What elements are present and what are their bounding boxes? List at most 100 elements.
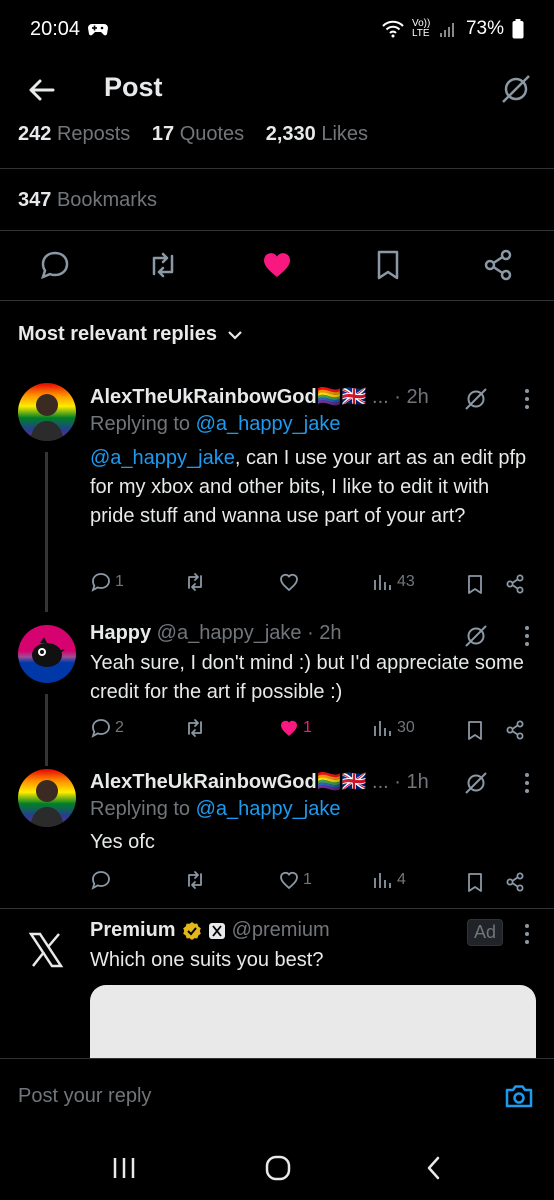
- thread-line: [45, 694, 48, 766]
- top-bar: Post: [0, 58, 554, 120]
- views-button[interactable]: 4: [372, 869, 406, 891]
- network-indicator: Vo)) LTE: [411, 18, 431, 39]
- author-name[interactable]: AlexTheUkRainbowGod🏳️‍🌈🇬🇧: [90, 386, 367, 408]
- sort-label: Most relevant replies: [18, 323, 217, 345]
- reply-actions: 1 4: [90, 869, 536, 895]
- like-button[interactable]: 1: [278, 717, 312, 739]
- reply-meta: ... · 1h: [366, 771, 429, 793]
- wifi-icon: [382, 20, 404, 38]
- heart-icon: [280, 871, 298, 890]
- share-icon[interactable]: [481, 248, 515, 282]
- repost-icon: [188, 871, 202, 889]
- author-name[interactable]: AlexTheUkRainbowGod🏳️‍🌈🇬🇧: [90, 771, 367, 793]
- views-button[interactable]: 43: [372, 571, 415, 593]
- grok-icon[interactable]: [464, 771, 488, 795]
- avatar[interactable]: [18, 383, 76, 441]
- recent-apps-icon[interactable]: [110, 1154, 138, 1182]
- bookmark-icon[interactable]: [464, 573, 486, 595]
- mention-link[interactable]: @a_happy_jake: [196, 413, 341, 435]
- more-options-icon[interactable]: [524, 625, 530, 647]
- grok-icon[interactable]: [464, 387, 488, 411]
- views-button[interactable]: 30: [372, 717, 415, 739]
- quotes-stat[interactable]: 17 Quotes: [152, 123, 244, 145]
- repost-icon[interactable]: [146, 248, 180, 282]
- avatar[interactable]: [18, 625, 76, 683]
- bookmarks-stat[interactable]: 347 Bookmarks: [18, 189, 157, 212]
- ad-badge: Ad: [467, 919, 504, 946]
- reply-meta: ... · 2h: [366, 386, 429, 408]
- more-options-icon[interactable]: [524, 923, 530, 945]
- repost-button[interactable]: [184, 869, 206, 891]
- more-options-icon[interactable]: [524, 772, 530, 794]
- page-title: Post: [104, 72, 163, 102]
- camera-icon[interactable]: [504, 1081, 534, 1111]
- liked-heart-icon: [281, 720, 297, 736]
- grok-icon[interactable]: [464, 624, 488, 648]
- repost-icon: [188, 573, 202, 591]
- ad-handle: @premium: [231, 919, 330, 941]
- bookmark-icon[interactable]: [464, 719, 486, 741]
- more-options-icon[interactable]: [524, 388, 530, 410]
- reply-icon: [91, 871, 110, 890]
- reply-actions: 2 1 30: [90, 717, 536, 743]
- x-logo-icon[interactable]: [28, 932, 64, 968]
- share-icon[interactable]: [504, 573, 526, 595]
- reposts-stat[interactable]: 242 Reposts: [18, 123, 130, 145]
- reply-input[interactable]: Post your reply: [18, 1085, 151, 1108]
- repost-button[interactable]: [184, 717, 206, 739]
- reply-icon: [91, 719, 110, 738]
- reply-header: AlexTheUkRainbowGod🏳️‍🌈🇬🇧 ... · 1h: [90, 769, 429, 794]
- sort-replies-dropdown[interactable]: Most relevant replies: [18, 323, 243, 346]
- ad-text: Which one suits you best?: [90, 949, 324, 971]
- reply-text: Yeah sure, I don't mind :) but I'd appre…: [90, 652, 524, 703]
- heart-icon: [280, 573, 298, 592]
- share-icon[interactable]: [504, 871, 526, 893]
- likes-stat[interactable]: 2,330 Likes: [266, 123, 368, 145]
- battery-icon: [512, 19, 524, 39]
- home-icon[interactable]: [264, 1154, 292, 1182]
- repost-icon: [188, 719, 202, 737]
- grok-icon[interactable]: [500, 73, 532, 105]
- mention-link[interactable]: @a_happy_jake: [90, 447, 235, 469]
- divider: [0, 908, 554, 909]
- ad-author-name[interactable]: Premium: [90, 919, 176, 942]
- thread-line: [45, 452, 48, 612]
- reply-meta: @a_happy_jake · 2h: [151, 622, 342, 644]
- back-arrow-icon[interactable]: [26, 75, 56, 105]
- reply-icon[interactable]: [38, 248, 72, 282]
- reply-header: AlexTheUkRainbowGod🏳️‍🌈🇬🇧 ... · 2h: [90, 384, 429, 409]
- status-time: 20:04: [30, 17, 81, 40]
- bookmark-icon[interactable]: [464, 871, 486, 893]
- like-button[interactable]: 1: [278, 869, 312, 891]
- author-name[interactable]: Happy: [90, 622, 151, 644]
- status-bar: 20:04 Vo)) LTE 73%: [0, 0, 554, 58]
- post-actions: [0, 248, 554, 288]
- engagement-stats: 242 Reposts 17 Quotes 2,330 Likes: [18, 123, 368, 146]
- views-icon: [374, 721, 391, 736]
- signal-icon: [439, 23, 454, 37]
- reply-button[interactable]: 1: [90, 571, 124, 593]
- like-button[interactable]: [278, 571, 300, 593]
- reply-button[interactable]: 2: [90, 717, 124, 739]
- x-affiliate-badge-icon: [208, 922, 225, 939]
- back-icon[interactable]: [420, 1154, 448, 1182]
- reply-header: Happy @a_happy_jake · 2h: [90, 622, 342, 645]
- ad-media-card[interactable]: [90, 985, 536, 1065]
- ad-header: Premium @premium: [90, 919, 330, 942]
- divider: [0, 230, 554, 231]
- divider: [0, 300, 554, 301]
- reply-button[interactable]: [90, 869, 112, 891]
- mention-link[interactable]: @a_happy_jake: [196, 798, 341, 820]
- repost-button[interactable]: [184, 571, 206, 593]
- system-nav-bar: [0, 1136, 554, 1200]
- reply-text: @a_happy_jake, can I use your art as an …: [90, 447, 527, 527]
- reply-icon: [91, 573, 110, 592]
- bookmark-icon[interactable]: [371, 248, 405, 282]
- liked-heart-icon[interactable]: [260, 248, 294, 282]
- share-icon[interactable]: [504, 719, 526, 741]
- replying-to: Replying to @a_happy_jake: [90, 413, 341, 435]
- avatar[interactable]: [18, 769, 76, 827]
- divider: [0, 168, 554, 169]
- views-icon: [374, 575, 391, 590]
- views-icon: [374, 873, 391, 888]
